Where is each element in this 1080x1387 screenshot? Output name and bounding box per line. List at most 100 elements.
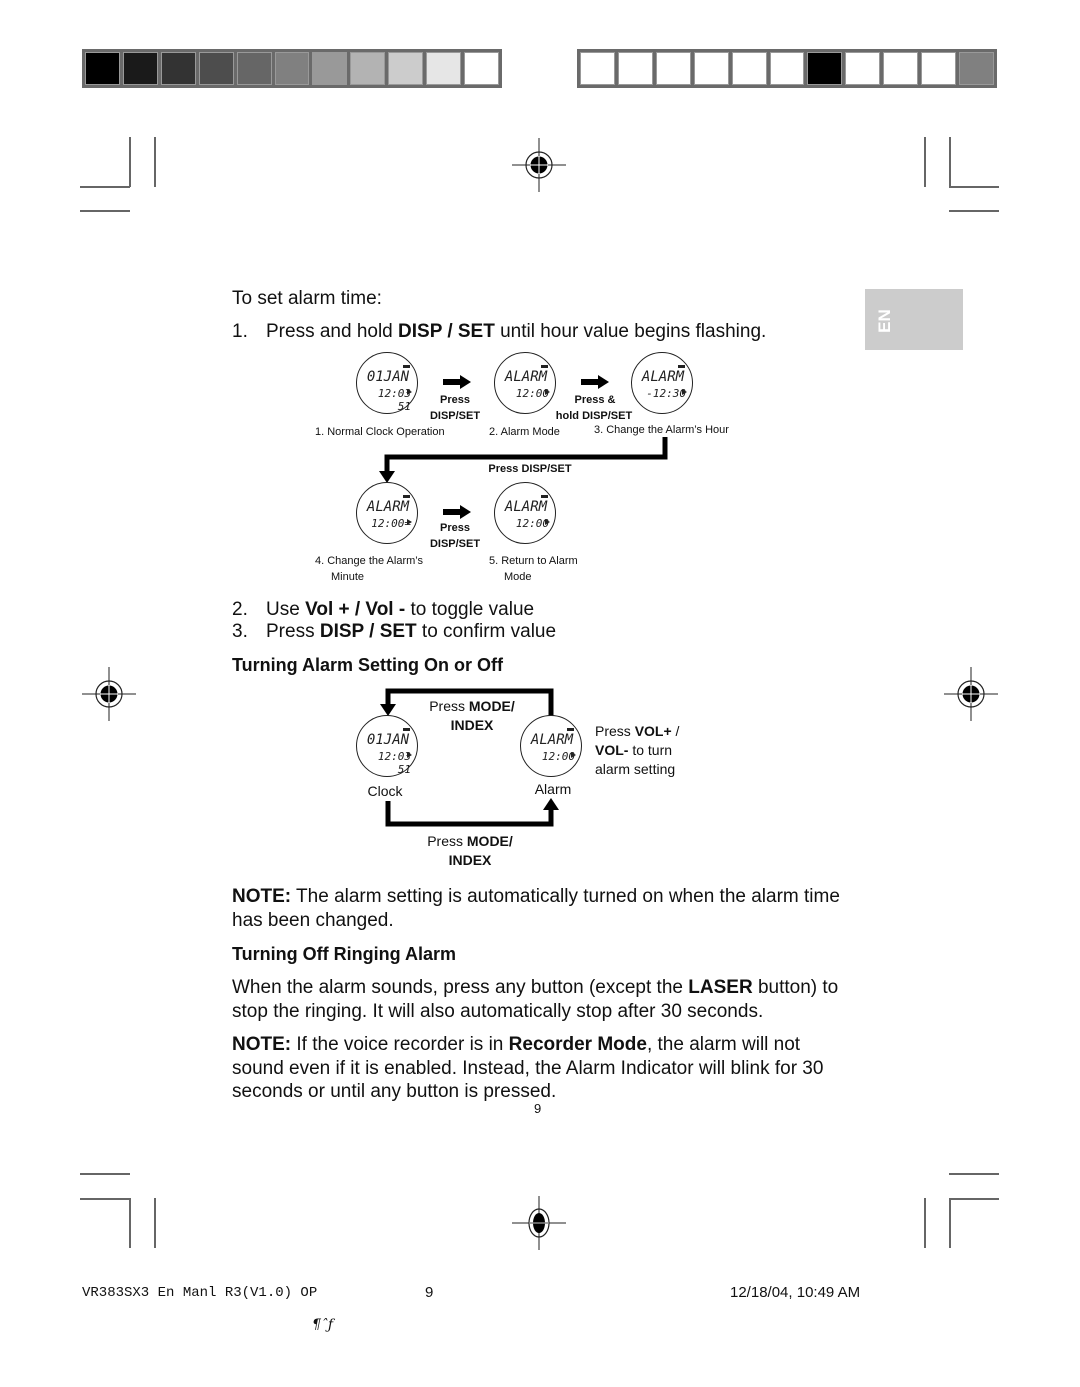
note-text: to turn bbox=[628, 742, 673, 758]
registration-mark-icon bbox=[512, 1196, 566, 1250]
battery-icon bbox=[541, 495, 548, 498]
label-key: INDEX bbox=[450, 717, 494, 733]
step-text: Press bbox=[266, 621, 320, 642]
registration-mark-icon bbox=[82, 667, 136, 721]
note-text: alarm setting bbox=[595, 761, 676, 777]
arrow-label: DISP/SET bbox=[429, 410, 481, 422]
arrow-right-icon bbox=[443, 375, 471, 389]
color-swatch bbox=[580, 52, 615, 85]
registration-mark-icon bbox=[944, 667, 998, 721]
crop-mark bbox=[924, 137, 926, 187]
step-key: DISP / SET bbox=[398, 321, 495, 342]
step-number: 2. bbox=[232, 599, 248, 620]
note-label: NOTE: bbox=[232, 886, 292, 907]
lcd-line1: ALARM bbox=[530, 732, 574, 748]
lcd-line1: ALARM bbox=[641, 369, 685, 385]
lcd-line2: 12:03 51 bbox=[377, 750, 411, 776]
crop-mark bbox=[80, 186, 130, 188]
lcd-line1: 01JAN bbox=[366, 732, 410, 748]
label-key: MODE/ bbox=[466, 833, 513, 849]
battery-icon bbox=[403, 728, 410, 731]
page-number: 9 bbox=[534, 1101, 542, 1116]
lcd-line1: ALARM bbox=[504, 499, 548, 515]
crop-mark bbox=[949, 1173, 999, 1175]
mode-label-bottom: Press MODE/ INDEX bbox=[410, 832, 530, 870]
battery-icon bbox=[678, 365, 685, 368]
color-calibration-bar-right bbox=[577, 49, 997, 88]
step-1: 1. Press and hold DISP / SET until hour v… bbox=[232, 320, 766, 343]
color-calibration-bar-left bbox=[82, 49, 502, 88]
color-swatch bbox=[883, 52, 919, 85]
note-text: The alarm setting is automatically turne… bbox=[232, 886, 840, 931]
label-text: Press bbox=[429, 698, 469, 714]
note-label: NOTE: bbox=[232, 1034, 292, 1055]
color-swatch bbox=[198, 52, 234, 85]
caption: 5. Return to Alarm bbox=[489, 555, 578, 567]
color-swatch bbox=[655, 52, 691, 85]
indicator-icon bbox=[407, 519, 412, 525]
connector-arrow-icon bbox=[379, 437, 668, 483]
crop-mark bbox=[949, 137, 951, 187]
caption: Minute bbox=[331, 571, 365, 583]
note-text: Press bbox=[595, 723, 635, 739]
registration-mark-icon bbox=[512, 138, 566, 192]
battery-icon bbox=[567, 728, 574, 731]
section-heading: Turning Off Ringing Alarm bbox=[232, 944, 456, 964]
crop-mark bbox=[154, 137, 156, 187]
para-text: When the alarm sounds, press any button … bbox=[232, 977, 689, 998]
lcd-line2: 12:00 bbox=[515, 517, 549, 530]
language-tab-label: EN bbox=[874, 309, 894, 333]
footer-page: 9 bbox=[425, 1284, 434, 1301]
lcd-line2: 12:00 bbox=[541, 750, 575, 763]
step-text: to confirm value bbox=[416, 621, 557, 642]
step-3: 3. Press DISP / SET to confirm value bbox=[232, 620, 556, 643]
caption: 3. Change the Alarm’s Hour bbox=[594, 424, 729, 436]
color-swatch bbox=[845, 52, 881, 85]
color-swatch bbox=[959, 52, 994, 85]
step-key: DISP / SET bbox=[319, 621, 417, 642]
color-swatch bbox=[160, 52, 196, 85]
crop-mark bbox=[949, 210, 999, 212]
crop-mark bbox=[154, 1198, 156, 1248]
step-number: 1. bbox=[232, 321, 248, 342]
lcd-display-alarm-return: ALARM 12:00 bbox=[494, 482, 556, 544]
lcd-display-alarm-minute: ALARM 12:00= bbox=[356, 482, 418, 544]
color-swatch bbox=[693, 52, 729, 85]
indicator-icon bbox=[407, 752, 412, 758]
step-text: Use bbox=[266, 599, 306, 620]
caption: Mode bbox=[504, 571, 532, 583]
crop-mark bbox=[924, 1198, 926, 1248]
lcd-line2: 12:03 51 bbox=[377, 387, 411, 413]
note-key: Recorder Mode bbox=[508, 1034, 647, 1055]
lcd-display-alarm: ALARM 12:00 bbox=[520, 715, 582, 777]
indicator-icon bbox=[545, 519, 550, 525]
arrow-label: DISP/SET bbox=[429, 538, 481, 550]
mode-label-top: Press MODE/ INDEX bbox=[412, 697, 532, 735]
crop-mark bbox=[80, 1173, 130, 1175]
crop-mark bbox=[949, 1198, 999, 1200]
caption: 4. Change the Alarm’s bbox=[315, 555, 424, 567]
color-swatch bbox=[312, 52, 348, 85]
vol-note: Press VOL+ / VOL- to turn alarm setting bbox=[595, 722, 679, 779]
step-number: 3. bbox=[232, 621, 248, 642]
note-key: VOL- bbox=[595, 742, 629, 758]
footer-filename: VR383SX3 En Manl R3(V1.0) OP bbox=[82, 1285, 318, 1301]
ringing-paragraph: When the alarm sounds, press any button … bbox=[232, 976, 857, 1023]
battery-icon bbox=[541, 365, 548, 368]
note-text: If the voice recorder is in bbox=[291, 1034, 509, 1055]
clock-label: Clock bbox=[367, 783, 403, 799]
battery-icon bbox=[403, 365, 410, 368]
lcd-display-clock: 01JAN 12:03 51 bbox=[356, 352, 418, 414]
indicator-icon bbox=[571, 752, 576, 758]
step-text: to toggle value bbox=[405, 599, 535, 620]
color-swatch bbox=[731, 52, 767, 85]
note-text: / bbox=[671, 723, 680, 739]
color-swatch bbox=[617, 52, 653, 85]
note-key: VOL+ bbox=[634, 723, 672, 739]
intro-text: To set alarm time: bbox=[232, 288, 382, 309]
lcd-display-clock: 01JAN 12:03 51 bbox=[356, 715, 418, 777]
crop-mark bbox=[80, 1198, 130, 1200]
step-2: 2. Use Vol + / Vol - to toggle value bbox=[232, 598, 534, 621]
color-swatch bbox=[122, 52, 158, 85]
crop-mark bbox=[129, 137, 131, 187]
